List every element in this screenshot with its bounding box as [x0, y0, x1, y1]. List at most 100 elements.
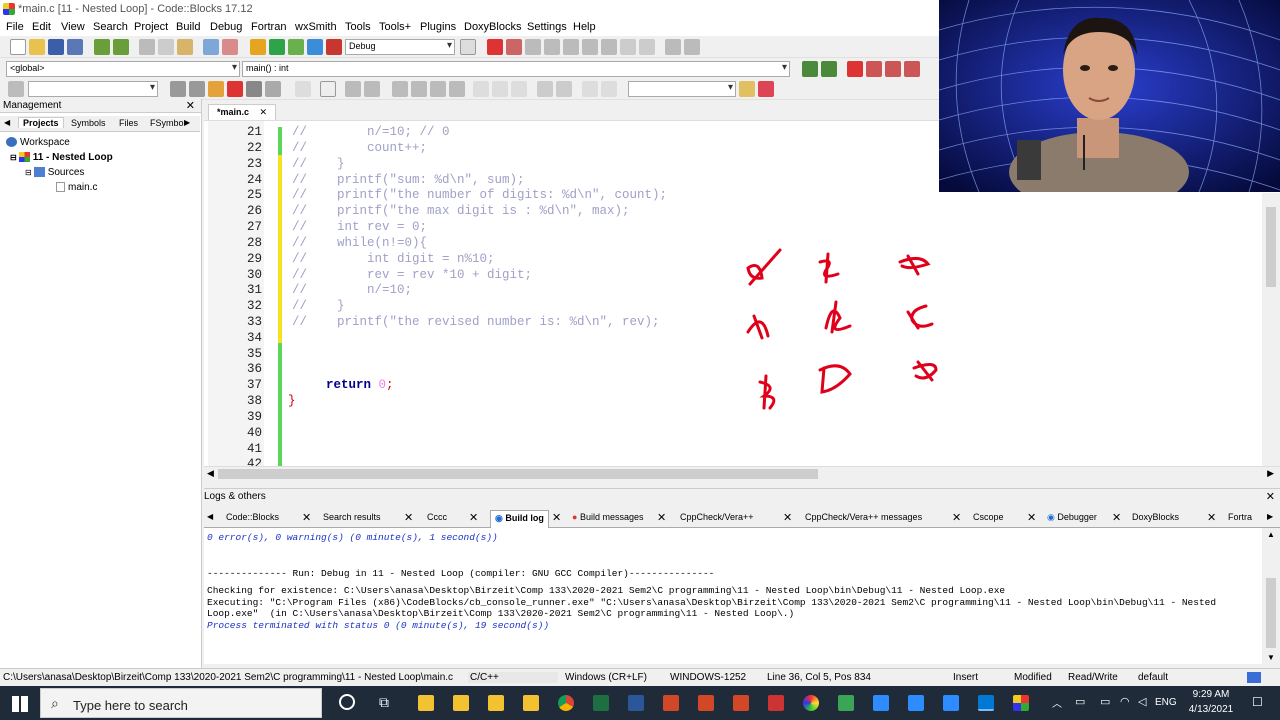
menu-settings[interactable]: Settings — [527, 21, 567, 33]
menu-tools[interactable]: Tools — [345, 21, 371, 33]
layout-3-icon[interactable] — [392, 81, 408, 97]
jump-back-icon[interactable] — [802, 61, 818, 77]
zoom-in-icon[interactable] — [537, 81, 553, 97]
tab-fortran[interactable]: Fortra — [1228, 512, 1252, 522]
menu-search[interactable]: Search — [93, 21, 128, 33]
next-instruction-icon[interactable] — [582, 39, 598, 55]
layout-5-icon[interactable] — [430, 81, 446, 97]
menu-file[interactable]: File — [6, 21, 24, 33]
codeblocks-icon[interactable] — [1013, 695, 1029, 711]
close-tab-icon[interactable]: ✕ — [404, 511, 413, 524]
folder-icon[interactable] — [488, 695, 504, 711]
pdf-icon[interactable] — [768, 695, 784, 711]
collapse-icon[interactable]: ⊟ — [25, 168, 32, 177]
task-view-icon[interactable]: ⧉ — [379, 694, 389, 711]
powerpoint-icon[interactable] — [733, 695, 749, 711]
tree-workspace[interactable]: Workspace — [6, 137, 70, 148]
build-icon[interactable] — [250, 39, 266, 55]
settings-tool-icon[interactable] — [758, 81, 774, 97]
tab-debugger[interactable]: ◉ Debugger — [1047, 512, 1097, 523]
network-icon[interactable]: ▭ — [1075, 695, 1085, 708]
ruler-icon[interactable] — [246, 81, 262, 97]
target-options-icon[interactable] — [460, 39, 476, 55]
close-tab-icon[interactable]: ✕ — [783, 511, 792, 524]
rect-icon[interactable] — [320, 81, 336, 97]
bookmark-toggle-icon[interactable] — [847, 61, 863, 77]
folder-icon[interactable] — [453, 695, 469, 711]
tab-main-c[interactable]: *main.c ✕ — [208, 104, 277, 120]
layout-1-icon[interactable] — [345, 81, 361, 97]
menu-tools-plus[interactable]: Tools+ — [379, 21, 411, 33]
undo-icon[interactable] — [94, 39, 110, 55]
highlight-icon[interactable] — [208, 81, 224, 97]
menu-view[interactable]: View — [61, 21, 85, 33]
wifi-icon[interactable]: ◠ — [1120, 695, 1130, 708]
open-icon[interactable] — [29, 39, 45, 55]
filter-select[interactable] — [28, 81, 158, 97]
folder-icon[interactable] — [523, 695, 539, 711]
menu-edit[interactable]: Edit — [32, 21, 51, 33]
menu-plugins[interactable]: Plugins — [420, 21, 456, 33]
zoom-icon[interactable] — [873, 695, 889, 711]
battery-icon[interactable]: ▭ — [1100, 695, 1110, 708]
menu-help[interactable]: Help — [573, 21, 596, 33]
tab-search-results[interactable]: Search results — [323, 512, 381, 522]
editor-vertical-scrollbar[interactable] — [1262, 193, 1280, 466]
cut-icon[interactable] — [139, 39, 155, 55]
scope-select[interactable]: <global> — [6, 61, 240, 77]
run-to-cursor-icon[interactable] — [506, 39, 522, 55]
tab-cppcheck-messages[interactable]: CppCheck/Vera++ messages — [805, 512, 922, 522]
app-icon[interactable] — [838, 695, 854, 711]
stop-debug-icon[interactable] — [639, 39, 655, 55]
jump-forward-icon[interactable] — [821, 61, 837, 77]
close-icon[interactable]: ✕ — [186, 99, 195, 112]
menu-wxsmith[interactable]: wxSmith — [295, 21, 337, 33]
filter-icon[interactable] — [8, 81, 24, 97]
scroll-up-icon[interactable]: ▲ — [1267, 530, 1275, 539]
search-combo[interactable] — [628, 81, 736, 97]
chevron-up-icon[interactable]: ︿ — [1052, 695, 1062, 710]
rebuild-icon[interactable] — [307, 39, 323, 55]
new-file-icon[interactable] — [10, 39, 26, 55]
s-icon[interactable] — [582, 81, 598, 97]
chrome-icon[interactable] — [558, 695, 574, 711]
close-tab-icon[interactable]: ✕ — [552, 511, 561, 524]
tab-cppcheck[interactable]: CppCheck/Vera++ — [680, 512, 754, 522]
close-tab-icon[interactable]: ✕ — [657, 511, 666, 524]
menu-build[interactable]: Build — [176, 21, 200, 33]
menu-project[interactable]: Project — [134, 21, 168, 33]
word-icon[interactable] — [628, 695, 644, 711]
step-into-icon[interactable] — [544, 39, 560, 55]
excel-icon[interactable] — [593, 695, 609, 711]
layout-7-icon[interactable] — [473, 81, 489, 97]
close-tab-icon[interactable]: ✕ — [1027, 511, 1036, 524]
close-tab-icon[interactable]: ✕ — [302, 511, 311, 524]
tab-build-log[interactable]: ◉ Build log — [490, 510, 549, 528]
scroll-thumb[interactable] — [218, 469, 818, 479]
tab-left-arrow-icon[interactable]: ◀ — [4, 118, 10, 127]
notifications-icon[interactable]: ☐ — [1252, 695, 1263, 709]
explorer-icon[interactable] — [418, 695, 434, 711]
zoom-icon[interactable] — [908, 695, 924, 711]
menu-debug[interactable]: Debug — [210, 21, 242, 33]
collapse-icon[interactable]: ⊟ — [10, 153, 17, 162]
scroll-right-icon[interactable]: ▶ — [1267, 468, 1274, 479]
tab-right-arrow-icon[interactable]: ▶ — [184, 118, 190, 127]
close-tab-icon[interactable]: ✕ — [469, 511, 478, 524]
mark-icon[interactable] — [227, 81, 243, 97]
debug-windows-icon[interactable] — [665, 39, 681, 55]
pause-icon[interactable] — [620, 39, 636, 55]
vscode-icon[interactable] — [978, 695, 994, 711]
pointer-icon[interactable] — [295, 81, 311, 97]
search-go-icon[interactable] — [739, 81, 755, 97]
function-select[interactable]: main() : int — [242, 61, 790, 77]
build-target-select[interactable]: Debug — [345, 39, 455, 55]
logs-vertical-scrollbar[interactable]: ▲ ▼ — [1262, 528, 1280, 664]
step-out-icon[interactable] — [563, 39, 579, 55]
close-tab-icon[interactable]: ✕ — [952, 511, 961, 524]
windows-start-icon[interactable] — [12, 696, 28, 712]
cortana-icon[interactable] — [339, 694, 355, 710]
step-instruction-icon[interactable] — [601, 39, 617, 55]
scroll-thumb[interactable] — [1266, 578, 1276, 648]
save-all-icon[interactable] — [67, 39, 83, 55]
